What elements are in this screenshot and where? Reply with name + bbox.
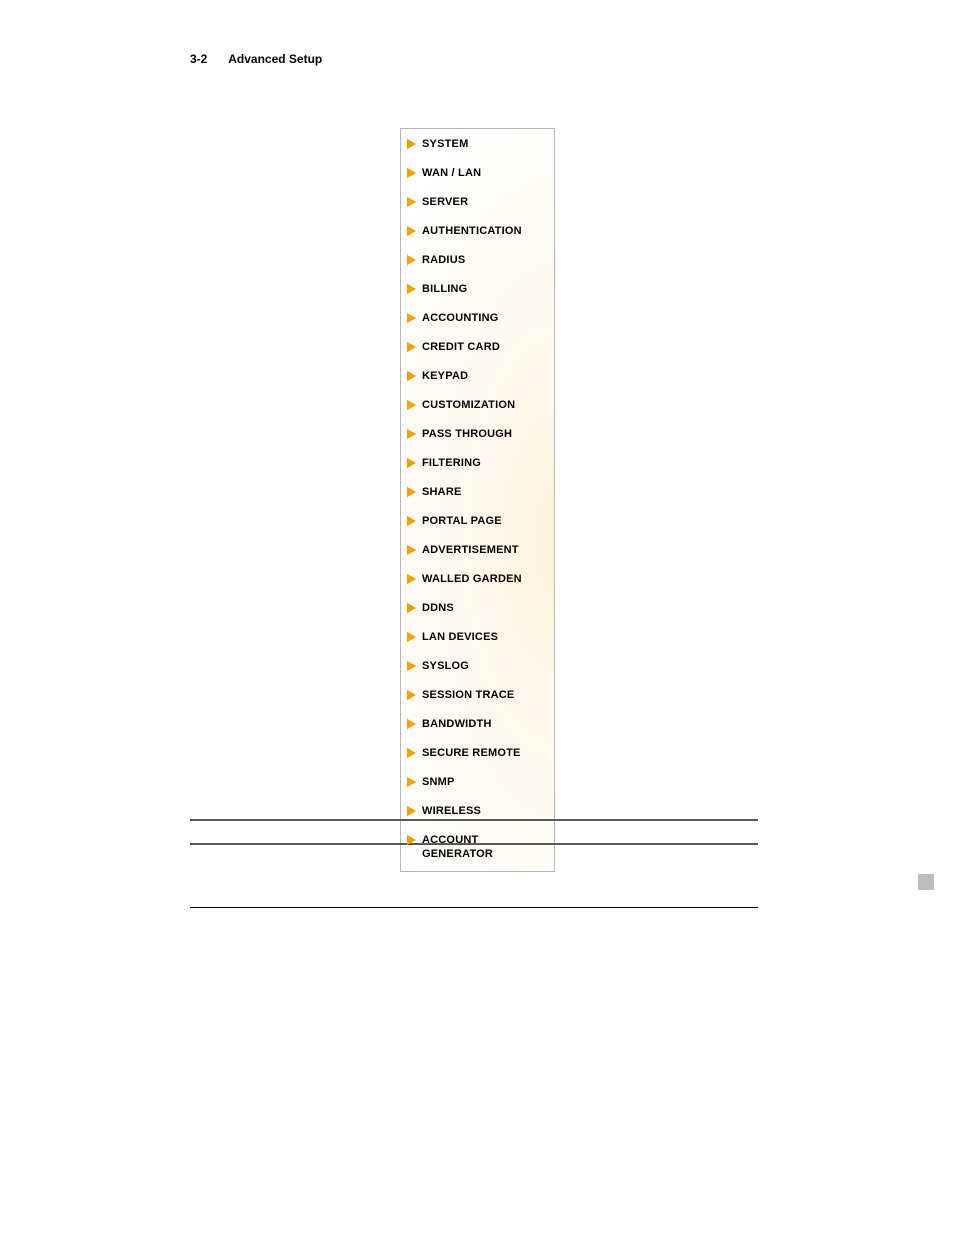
- menu-item[interactable]: DDNS: [405, 599, 550, 617]
- menu-item[interactable]: WIRELESS: [405, 802, 550, 820]
- menu-item-label: BILLING: [422, 282, 467, 296]
- menu-item[interactable]: LAN DEVICES: [405, 628, 550, 646]
- menu-item[interactable]: KEYPAD: [405, 367, 550, 385]
- menu-item[interactable]: SHARE: [405, 483, 550, 501]
- menu-item-label: SYSLOG: [422, 659, 469, 673]
- menu-item[interactable]: PASS THROUGH: [405, 425, 550, 443]
- menu-item-label: ADVERTISEMENT: [422, 543, 519, 557]
- menu-item[interactable]: WAN / LAN: [405, 164, 550, 182]
- triangle-right-icon: [407, 487, 416, 497]
- triangle-right-icon: [407, 603, 416, 613]
- triangle-right-icon: [407, 342, 416, 352]
- menu-item[interactable]: SYSTEM: [405, 135, 550, 153]
- menu-item-label: AUTHENTICATION: [422, 224, 522, 238]
- advanced-setup-menu: SYSTEM WAN / LAN SERVER AUTHENTICATION RADIU…: [400, 128, 555, 872]
- triangle-right-icon: [407, 139, 416, 149]
- menu-item[interactable]: FILTERING: [405, 454, 550, 472]
- menu-item-label: KEYPAD: [422, 369, 468, 383]
- triangle-right-icon: [407, 574, 416, 584]
- menu-item[interactable]: SERVER: [405, 193, 550, 211]
- triangle-right-icon: [407, 835, 416, 845]
- menu-item-label: SECURE REMOTE: [422, 746, 521, 760]
- triangle-right-icon: [407, 255, 416, 265]
- menu-item[interactable]: SESSION TRACE: [405, 686, 550, 704]
- menu-item-label: WALLED GARDEN: [422, 572, 522, 586]
- menu-item-label: SERVER: [422, 195, 468, 209]
- menu-item[interactable]: PORTAL PAGE: [405, 512, 550, 530]
- menu-item[interactable]: WALLED GARDEN: [405, 570, 550, 588]
- triangle-right-icon: [407, 661, 416, 671]
- document-page: 3-2 Advanced Setup SYSTEM WAN / LAN SERVER…: [0, 0, 954, 1235]
- menu-item-label: CREDIT CARD: [422, 340, 500, 354]
- menu-item-label: SESSION TRACE: [422, 688, 514, 702]
- section-tab-marker: [918, 874, 934, 890]
- menu-item[interactable]: ACCOUNT GENERATOR: [405, 831, 550, 863]
- menu-item-label: PASS THROUGH: [422, 427, 512, 441]
- menu-item-label: DDNS: [422, 601, 454, 615]
- menu-item[interactable]: CUSTOMIZATION: [405, 396, 550, 414]
- menu-item-label: PORTAL PAGE: [422, 514, 502, 528]
- triangle-right-icon: [407, 226, 416, 236]
- menu-item-label: SNMP: [422, 775, 455, 789]
- page-header: 3-2 Advanced Setup: [190, 52, 322, 66]
- menu-item-label: LAN DEVICES: [422, 630, 498, 644]
- triangle-right-icon: [407, 806, 416, 816]
- menu-item[interactable]: SECURE REMOTE: [405, 744, 550, 762]
- triangle-right-icon: [407, 516, 416, 526]
- menu-item-label: BANDWIDTH: [422, 717, 492, 731]
- menu-item[interactable]: BILLING: [405, 280, 550, 298]
- page-title: Advanced Setup: [228, 52, 322, 66]
- menu-item-label: WAN / LAN: [422, 166, 481, 180]
- menu-item-label: FILTERING: [422, 456, 481, 470]
- divider: [190, 907, 758, 908]
- triangle-right-icon: [407, 748, 416, 758]
- menu-item[interactable]: ADVERTISEMENT: [405, 541, 550, 559]
- triangle-right-icon: [407, 690, 416, 700]
- triangle-right-icon: [407, 719, 416, 729]
- menu-item-label: ACCOUNT GENERATOR: [422, 833, 548, 861]
- menu-item-label: RADIUS: [422, 253, 465, 267]
- menu-item[interactable]: AUTHENTICATION: [405, 222, 550, 240]
- triangle-right-icon: [407, 284, 416, 294]
- triangle-right-icon: [407, 371, 416, 381]
- menu-item[interactable]: SYSLOG: [405, 657, 550, 675]
- triangle-right-icon: [407, 632, 416, 642]
- triangle-right-icon: [407, 313, 416, 323]
- triangle-right-icon: [407, 545, 416, 555]
- page-number: 3-2: [190, 52, 207, 66]
- menu-item-label: SHARE: [422, 485, 462, 499]
- menu-item[interactable]: CREDIT CARD: [405, 338, 550, 356]
- menu-item-label: ACCOUNTING: [422, 311, 499, 325]
- triangle-right-icon: [407, 197, 416, 207]
- triangle-right-icon: [407, 400, 416, 410]
- triangle-right-icon: [407, 458, 416, 468]
- triangle-right-icon: [407, 429, 416, 439]
- menu-item[interactable]: BANDWIDTH: [405, 715, 550, 733]
- menu-item-label: SYSTEM: [422, 137, 468, 151]
- menu-item[interactable]: RADIUS: [405, 251, 550, 269]
- menu-item[interactable]: SNMP: [405, 773, 550, 791]
- menu-item-label: CUSTOMIZATION: [422, 398, 515, 412]
- menu-item-label: WIRELESS: [422, 804, 481, 818]
- triangle-right-icon: [407, 168, 416, 178]
- triangle-right-icon: [407, 777, 416, 787]
- menu-item[interactable]: ACCOUNTING: [405, 309, 550, 327]
